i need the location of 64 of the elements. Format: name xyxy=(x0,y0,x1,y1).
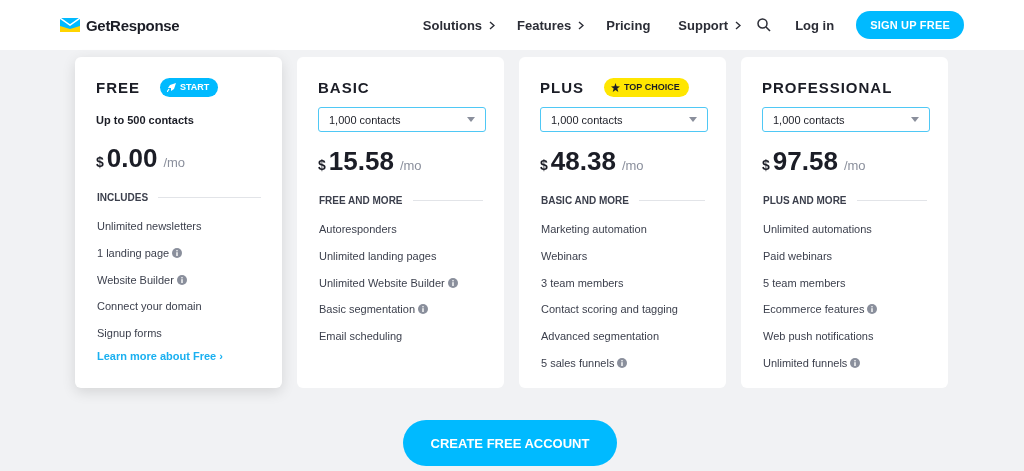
star-icon xyxy=(611,82,620,92)
currency-sign: $ xyxy=(540,157,548,173)
price-period: /mo xyxy=(843,158,866,173)
caret-icon xyxy=(689,117,697,122)
price-amount: 0.00 xyxy=(106,143,158,174)
feature-text: 3 team members xyxy=(541,276,624,289)
plan-name: BASIC xyxy=(318,78,370,96)
feature-text: Contact scoring and tagging xyxy=(541,303,678,316)
caret-icon xyxy=(467,117,475,122)
plan-badge: START xyxy=(160,77,219,97)
feature-text: Marketing automation xyxy=(541,223,647,236)
nav-link[interactable]: Features xyxy=(517,17,585,33)
price-period: /mo xyxy=(399,158,422,173)
feature-text: Autoresponders xyxy=(319,223,397,236)
feature-text: Connect your domain xyxy=(97,300,202,313)
feature-text: Signup forms xyxy=(97,327,162,340)
section-heading: INCLUDES xyxy=(97,192,149,203)
nav-link[interactable]: Support xyxy=(678,17,742,33)
section-heading: BASIC AND MORE xyxy=(541,195,629,206)
currency-sign: $ xyxy=(96,154,104,170)
feature-text: Webinars xyxy=(541,250,588,263)
feature-text: Website Builder xyxy=(97,273,174,286)
feature-text: Unlimited landing pages xyxy=(319,250,437,263)
price-period: /mo xyxy=(621,158,644,173)
rocket-icon xyxy=(167,82,176,92)
nav-link[interactable]: Solutions xyxy=(422,17,496,33)
currency-sign: $ xyxy=(762,157,770,173)
feature-text: Email scheduling xyxy=(319,330,403,343)
feature-text: Basic segmentation xyxy=(319,303,415,316)
section-heading: PLUS AND MORE xyxy=(763,195,847,206)
feature-text: Unlimited funnels xyxy=(763,356,848,369)
price-amount: 48.38 xyxy=(550,146,616,177)
contacts-dropdown[interactable]: 1,000 contacts xyxy=(762,107,930,132)
plan-badge: TOP CHOICE xyxy=(604,77,689,97)
currency-sign: $ xyxy=(318,157,326,173)
chevron-icon xyxy=(578,20,585,30)
plan-name: PROFESSIONAL xyxy=(762,78,893,96)
feature-text: 5 sales funnels xyxy=(541,356,615,369)
envelope-icon xyxy=(60,16,80,34)
feature-text: Advanced segmentation xyxy=(541,330,660,343)
feature-text: Paid webinars xyxy=(763,250,833,263)
contacts-limit: Up to 500 contacts xyxy=(96,113,195,128)
section-heading: FREE AND MORE xyxy=(319,195,403,206)
feature-text: Unlimited automations xyxy=(763,223,872,236)
price-amount: 15.58 xyxy=(328,146,394,177)
chevron-icon xyxy=(735,20,742,30)
plan-name: FREE xyxy=(96,78,140,96)
search-icon[interactable] xyxy=(757,18,772,32)
price-period: /mo xyxy=(163,155,186,170)
nav-link[interactable]: Pricing xyxy=(606,17,651,33)
caret-icon xyxy=(911,117,919,122)
logo-text[interactable]: GetResponse xyxy=(86,16,180,34)
feature-text: 1 landing page xyxy=(97,247,170,260)
feature-text: Web push notifications xyxy=(763,330,874,343)
contacts-dropdown[interactable]: 1,000 contacts xyxy=(318,107,486,132)
chevron-icon xyxy=(489,20,496,30)
feature-text: 5 team members xyxy=(763,276,846,289)
feature-text: Unlimited newsletters xyxy=(97,220,202,233)
feature-text: Unlimited Website Builder xyxy=(319,276,445,289)
contacts-dropdown[interactable]: 1,000 contacts xyxy=(540,107,708,132)
login-link[interactable]: Log in xyxy=(795,17,835,33)
feature-text: Ecommerce features xyxy=(763,303,865,316)
plan-name: PLUS xyxy=(540,78,584,96)
price-amount: 97.58 xyxy=(772,146,838,177)
